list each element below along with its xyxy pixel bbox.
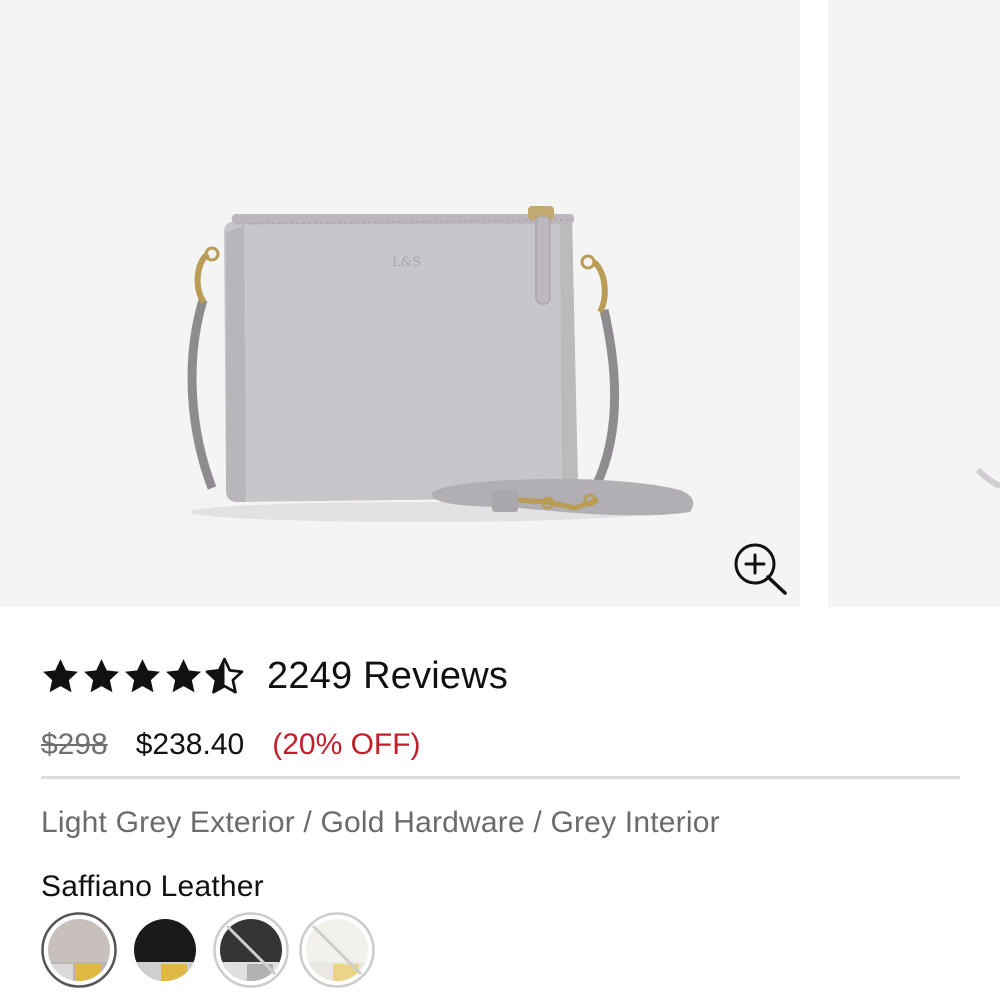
monogram-text: L&S [392, 255, 421, 270]
product-image-gallery[interactable]: L&S [0, 0, 1000, 607]
swatch-black-silver[interactable] [213, 912, 289, 988]
original-price: $298 [41, 728, 108, 761]
section-divider [41, 776, 960, 779]
star-filled-icon [163, 656, 204, 697]
star-half-icon [204, 656, 245, 697]
product-image-slide[interactable]: L&S [0, 0, 800, 607]
star-filled-icon [81, 656, 122, 697]
swatch-white-gold[interactable] [299, 912, 375, 988]
zoom-in-icon[interactable] [730, 540, 792, 598]
discount-label: (20% OFF) [272, 728, 421, 761]
swatch-black-gold[interactable] [127, 912, 203, 988]
reviews-count-link[interactable]: 2249 Reviews [267, 655, 508, 698]
product-photo: L&S [187, 206, 694, 522]
rating-summary[interactable]: 2249 Reviews [40, 648, 508, 704]
selected-color-name: Light Grey Exterior / Gold Hardware / Gr… [41, 806, 720, 839]
product-photo-partial [975, 467, 1000, 489]
swatch-light-grey-gold[interactable] [41, 912, 117, 988]
star-rating [40, 656, 245, 697]
price-block: $298 $238.40 (20% OFF) [41, 722, 421, 768]
next-product-image-slide[interactable] [828, 0, 1000, 607]
sale-price: $238.40 [135, 728, 245, 761]
star-filled-icon [40, 656, 81, 697]
material-label: Saffiano Leather [41, 870, 264, 903]
star-filled-icon [122, 656, 163, 697]
